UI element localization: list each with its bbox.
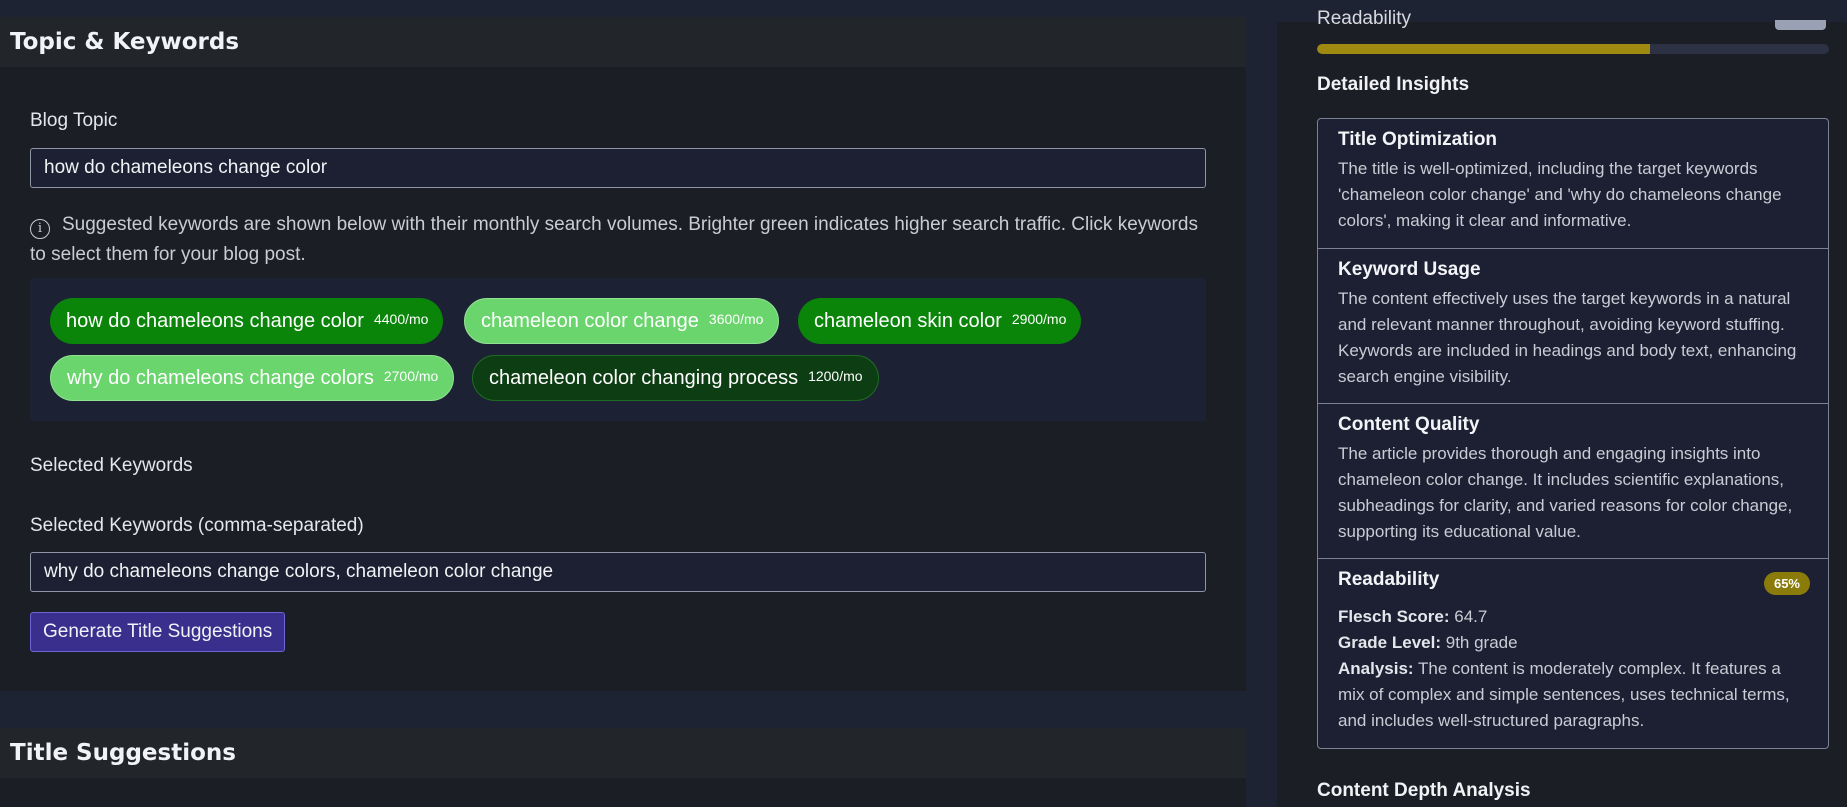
title-suggestions-panel: Title Suggestions	[0, 728, 1246, 807]
detailed-insights-title: Detailed Insights	[1317, 74, 1470, 95]
keyword-chip-label: why do chameleons change colors	[67, 366, 374, 389]
selected-keywords-heading: Selected Keywords	[30, 455, 193, 476]
keyword-hint: i Suggested keywords are shown below with…	[30, 210, 1206, 270]
generate-title-suggestions-button[interactable]: Generate Title Suggestions	[30, 612, 286, 652]
analysis-sidebar: Readability Detailed Insights Title Opti…	[1277, 8, 1847, 807]
flesch-score-row: Flesch Score: 64.7	[1338, 607, 1488, 626]
keyword-chip[interactable]: how do chameleons change color 4400/mo	[50, 298, 444, 344]
keyword-chip-volume: 2700/mo	[383, 368, 439, 384]
readability-percent-badge: 65%	[1763, 572, 1810, 595]
insight-title: Title Optimization	[1338, 129, 1498, 150]
topic-keywords-panel: Topic & Keywords Blog Topic how do chame…	[0, 17, 1246, 691]
keyword-chip-volume: 4400/mo	[373, 311, 429, 327]
info-icon: i	[30, 219, 50, 239]
blog-topic-label: Blog Topic	[30, 110, 118, 131]
readability-score-label: Readability	[1317, 8, 1411, 29]
blog-topic-input[interactable]: how do chameleons change color	[30, 148, 1206, 188]
insight-item: Keyword Usage The content effectively us…	[1318, 249, 1828, 404]
content-depth-title: Content Depth Analysis	[1317, 780, 1531, 801]
readability-progress-fill	[1317, 44, 1650, 54]
insight-text: The article provides thorough and engagi…	[1338, 444, 1793, 541]
keyword-chip-volume: 2900/mo	[1011, 311, 1067, 327]
keyword-chip-volume: 1200/mo	[808, 368, 863, 384]
keyword-suggestions: how do chameleons change color 4400/mo c…	[30, 278, 1206, 421]
selected-keywords-input[interactable]: why do chameleons change colors, chamele…	[30, 552, 1206, 592]
panel-header: Topic & Keywords	[0, 17, 1246, 67]
insight-text: The content effectively uses the target …	[1338, 289, 1797, 386]
insight-text: The title is well-optimized, including t…	[1338, 159, 1782, 230]
keyword-chip-label: how do chameleons change color	[66, 309, 364, 332]
insight-title: Keyword Usage	[1338, 259, 1481, 280]
panel-title: Topic & Keywords	[10, 29, 240, 55]
readability-insight: Readability 65% Flesch Score: 64.7 Grade…	[1318, 559, 1828, 748]
keyword-chip-label: chameleon color change	[481, 309, 699, 332]
insights-list: Title Optimization The title is well-opt…	[1317, 118, 1829, 749]
panel-title: Title Suggestions	[10, 740, 236, 766]
insight-item: Title Optimization The title is well-opt…	[1318, 119, 1828, 249]
analysis-row: Analysis: The content is moderately comp…	[1338, 659, 1790, 730]
keyword-chip-volume: 3600/mo	[708, 311, 764, 327]
keyword-chip[interactable]: chameleon color changing process 1200/mo	[472, 355, 879, 401]
grade-level-row: Grade Level: 9th grade	[1338, 633, 1518, 652]
top-strip	[0, 0, 1847, 17]
hint-text: Suggested keywords are shown below with …	[30, 214, 1198, 265]
insight-item: Content Quality The article provides tho…	[1318, 404, 1828, 559]
insight-title: Readability	[1338, 569, 1440, 590]
keyword-chip[interactable]: chameleon skin color 2900/mo	[798, 298, 1082, 344]
keyword-chip[interactable]: chameleon color change 3600/mo	[464, 298, 780, 344]
keyword-chip-label: chameleon skin color	[814, 309, 1002, 332]
selected-keywords-label: Selected Keywords (comma-separated)	[30, 515, 364, 536]
panel-header: Title Suggestions	[0, 728, 1246, 778]
readability-progress-bar	[1317, 44, 1829, 54]
keyword-chip-label: chameleon color changing process	[489, 366, 799, 389]
readability-score-badge	[1775, 20, 1826, 30]
insight-title: Content Quality	[1338, 414, 1480, 435]
keyword-chip[interactable]: why do chameleons change colors 2700/mo	[50, 355, 455, 401]
